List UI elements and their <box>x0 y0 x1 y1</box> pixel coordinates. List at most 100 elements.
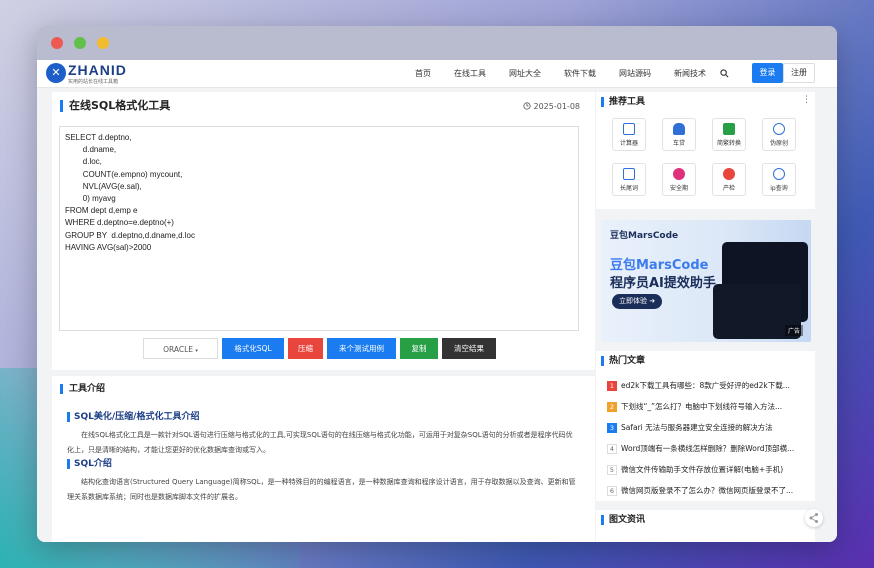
login-button[interactable]: 登录 <box>752 63 783 83</box>
site-header: ✕ ZHANID 实用的站长在线工具箱 首页 在线工具 网址大全 软件下载 网站… <box>37 60 837 88</box>
tool-prenatal-check[interactable]: 产检 <box>712 163 746 196</box>
article-link[interactable]: Safari 无法与服务器建立安全连接的解决方法 <box>621 422 773 433</box>
list-item[interactable]: 3 Safari 无法与服务器建立安全连接的解决方法 <box>607 417 812 438</box>
convert-icon <box>723 123 735 135</box>
tool-ip-lookup[interactable]: ip查询 <box>762 163 796 196</box>
recommended-tools-card: 推荐工具 ⋮ 计算器 车贷 简繁转换 伪原创 长尾词 安全期 产检 ip查询 <box>596 92 815 209</box>
hot-articles-card: 热门文章 1 ed2k下载工具有哪些：8款广受好评的ed2k下载... 2 下划线“… <box>596 351 815 501</box>
rewrite-icon <box>773 123 785 135</box>
ad-subheadline: 程序员AI提效助手 <box>610 276 716 291</box>
tool-label: 安全期 <box>669 185 688 192</box>
article-link[interactable]: Word顶端有一条横线怎样删除？删除Word顶部横... <box>621 443 794 454</box>
tool-car-loan[interactable]: 车贷 <box>662 118 696 151</box>
intro-subheading-tool: SQL美化/压缩/格式化工具介绍 <box>67 412 199 422</box>
tool-label: 长尾词 <box>619 185 638 192</box>
nav-news[interactable]: 新闻技术 <box>674 60 706 88</box>
rank-badge: 2 <box>607 401 617 412</box>
nav-home[interactable]: 首页 <box>415 60 431 88</box>
share-icon <box>809 513 818 523</box>
tool-label: 车贷 <box>672 140 685 147</box>
prenatal-icon <box>723 168 735 180</box>
wrench-logo-icon: ✕ <box>46 63 66 83</box>
tool-label: ip查询 <box>770 185 788 192</box>
action-buttons: ORACLE ▾ 格式化SQL 压缩 来个测试用例 复制 清空结果 <box>143 338 500 359</box>
nav-directory[interactable]: 网址大全 <box>509 60 541 88</box>
web-page: ✕ ZHANID 实用的站长在线工具箱 首页 在线工具 网址大全 软件下载 网站… <box>37 60 837 542</box>
intro-heading: 工具介绍 <box>60 384 105 394</box>
rank-badge: 1 <box>607 380 617 391</box>
minimize-window-button[interactable] <box>74 37 86 49</box>
chevron-down-icon: ▾ <box>195 348 198 354</box>
site-logo[interactable]: ✕ ZHANID 实用的站长在线工具箱 <box>46 62 136 86</box>
section-divider <box>52 370 595 376</box>
search-icon[interactable] <box>720 69 729 78</box>
hot-articles-list: 1 ed2k下载工具有哪些：8款广受好评的ed2k下载... 2 下划线“_”怎么打… <box>607 375 812 501</box>
compress-button[interactable]: 压缩 <box>288 338 323 359</box>
rank-badge: 6 <box>607 485 617 496</box>
list-item[interactable]: 6 微信网页版登录不了怎么办？微信网页版登录不了... <box>607 480 812 501</box>
ad-headline: 豆包MarsCode <box>610 258 709 273</box>
calculator-icon <box>623 123 635 135</box>
ip-icon <box>773 168 785 180</box>
maximize-window-button[interactable] <box>97 37 109 49</box>
close-window-button[interactable] <box>51 37 63 49</box>
main-nav: 首页 在线工具 网址大全 软件下载 网站源码 新闻技术 <box>415 60 729 88</box>
arrow-right-icon: ➔ <box>649 297 656 305</box>
tool-label: 简繁转换 <box>716 140 741 147</box>
article-link[interactable]: 微信文件传输助手文件存放位置详解(电脑+手机) <box>621 464 783 475</box>
ad-brand: 豆包MarsCode <box>610 231 679 241</box>
list-item[interactable]: 1 ed2k下载工具有哪些：8款广受好评的ed2k下载... <box>607 375 812 396</box>
tool-label: 计算器 <box>619 140 638 147</box>
ad-cta-button[interactable]: 立即体验 ➔ <box>612 294 662 309</box>
tool-calculator[interactable]: 计算器 <box>612 118 646 151</box>
tool-safe-period[interactable]: 安全期 <box>662 163 696 196</box>
sql-editor[interactable]: SELECT d.deptno, d.dname, d.loc, COUNT(e… <box>59 126 579 331</box>
article-link[interactable]: 下划线“_”怎么打？电脑中下划线符号输入方法... <box>621 401 782 412</box>
safe-period-icon <box>673 168 685 180</box>
test-case-button[interactable]: 来个测试用例 <box>327 338 396 359</box>
rank-badge: 4 <box>607 443 617 454</box>
nav-source-code[interactable]: 网站源码 <box>619 60 651 88</box>
rank-badge: 3 <box>607 422 617 433</box>
rank-badge: 5 <box>607 464 617 475</box>
tool-rewrite[interactable]: 伪原创 <box>762 118 796 151</box>
tool-simplified-traditional[interactable]: 简繁转换 <box>712 118 746 151</box>
recommended-tools-title: 推荐工具 <box>601 97 645 107</box>
register-button[interactable]: 注册 <box>783 63 815 83</box>
logo-text: ZHANID <box>68 62 127 78</box>
car-icon <box>673 123 685 135</box>
tool-long-tail-keywords[interactable]: 长尾词 <box>612 163 646 196</box>
clear-button[interactable]: 清空结果 <box>442 338 496 359</box>
article-link[interactable]: ed2k下载工具有哪些：8款广受好评的ed2k下载... <box>621 380 790 391</box>
intro-paragraph-tool: 在线SQL格式化工具是一款针对SQL语句进行压缩与格式化的工具,可实现SQL语句… <box>67 431 573 454</box>
list-item[interactable]: 2 下划线“_”怎么打？电脑中下划线符号输入方法... <box>607 396 812 417</box>
more-options-icon[interactable]: ⋮ <box>802 95 811 105</box>
tool-panel: 在线SQL格式化工具 2025-01-08 SELECT d.deptno, d… <box>52 92 595 542</box>
article-link[interactable]: 微信网页版登录不了怎么办？微信网页版登录不了... <box>621 485 793 496</box>
share-button[interactable] <box>805 509 823 527</box>
list-item[interactable]: 5 微信文件传输助手文件存放位置详解(电脑+手机) <box>607 459 812 480</box>
intro-paragraph-sql: 结构化查询语言(Structured Query Language)简称SQL，… <box>67 478 576 501</box>
page-title: 在线SQL格式化工具 <box>60 100 170 112</box>
tool-label: 伪原创 <box>769 140 788 147</box>
tool-label: 产检 <box>722 185 735 192</box>
tools-grid: 计算器 车贷 简繁转换 伪原创 长尾词 安全期 产检 ip查询 <box>612 118 802 196</box>
nav-software[interactable]: 软件下载 <box>564 60 596 88</box>
intro-subheading-sql: SQL介绍 <box>67 459 112 469</box>
format-button[interactable]: 格式化SQL <box>222 338 284 359</box>
clock-icon <box>522 102 531 110</box>
image-news-title: 图文资讯 <box>601 515 645 525</box>
publish-date: 2025-01-08 <box>522 102 581 111</box>
marscode-ad-banner[interactable]: 豆包MarsCode 豆包MarsCode 程序员AI提效助手 立即体验 ➔ 广… <box>601 220 811 342</box>
ad-label: 广告 <box>784 325 803 336</box>
keyword-icon <box>623 168 635 180</box>
date-text: 2025-01-08 <box>533 102 581 111</box>
list-item[interactable]: 4 Word顶端有一条横线怎样删除？删除Word顶部横... <box>607 438 812 459</box>
hot-articles-title: 热门文章 <box>601 356 645 366</box>
nav-online-tools[interactable]: 在线工具 <box>454 60 486 88</box>
image-news-card: 图文资讯 <box>596 510 815 542</box>
copy-button[interactable]: 复制 <box>400 338 438 359</box>
window-titlebar <box>37 26 837 60</box>
browser-window: ✕ ZHANID 实用的站长在线工具箱 首页 在线工具 网址大全 软件下载 网站… <box>37 26 837 542</box>
dialect-select[interactable]: ORACLE ▾ <box>143 338 218 359</box>
